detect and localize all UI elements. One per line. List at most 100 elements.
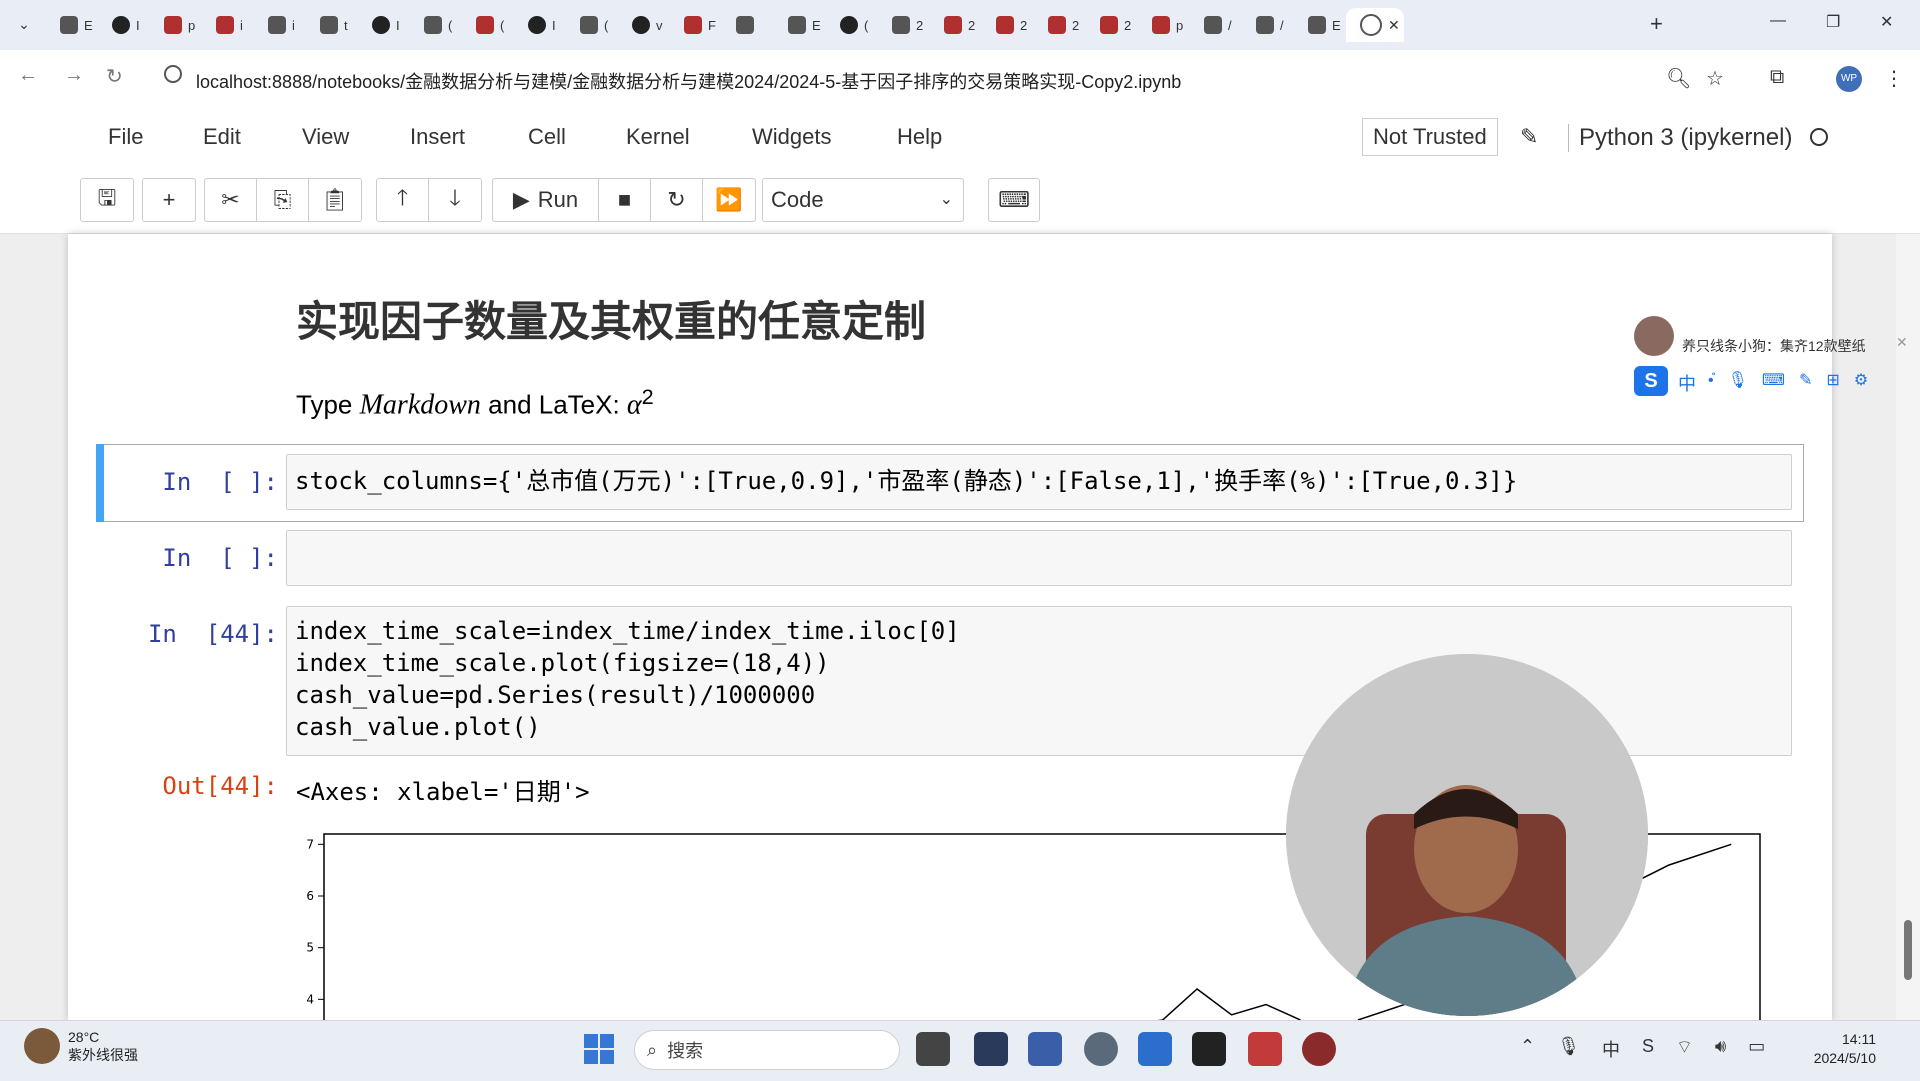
taskbar-search[interactable]: ⌕ 搜索 [634, 1030, 900, 1070]
code-text[interactable]: stock_columns={'总市值(万元)':[True,0.9],'市盈率… [287, 455, 1791, 499]
active-tab[interactable]: ✕ [1346, 8, 1404, 42]
close-tab-icon[interactable]: ✕ [1388, 17, 1400, 34]
stop-icon[interactable]: ■ [599, 179, 651, 221]
clock[interactable]: 14:11 2024/5/10 [1796, 1030, 1876, 1068]
vscode-icon[interactable] [1138, 1032, 1172, 1066]
move-down-icon[interactable]: 🡓 [429, 179, 481, 221]
zoom-icon[interactable]: 🔍︎ [1666, 66, 1691, 91]
browser-tab[interactable]: ( [826, 8, 882, 42]
file-explorer-icon[interactable] [1028, 1032, 1062, 1066]
new-tab-button[interactable]: + [1650, 12, 1663, 36]
keyboard-shortcuts-icon[interactable]: ⌨ [988, 178, 1040, 222]
browser-tab[interactable] [722, 8, 778, 42]
browser-menu-icon[interactable]: ⋮ [1884, 66, 1904, 91]
close-window-button[interactable]: ✕ [1880, 12, 1893, 32]
chrome-icon[interactable] [1084, 1032, 1118, 1066]
tab-label: 2 [1072, 17, 1080, 33]
ime-notice[interactable]: 养只线条小狗：集齐12款壁纸 [1682, 336, 1866, 356]
browser-tab[interactable]: / [1190, 8, 1246, 42]
browser-tab[interactable]: p [150, 8, 206, 42]
start-button[interactable] [584, 1034, 614, 1064]
menu-edit[interactable]: Edit [203, 124, 241, 150]
address-bar-url[interactable]: localhost:8888/notebooks/金融数据分析与建模/金融数据分… [196, 68, 1181, 94]
battery-icon[interactable]: ▭ [1748, 1036, 1765, 1062]
recorder-icon[interactable] [1302, 1032, 1336, 1066]
browser-tab[interactable]: ( [410, 8, 466, 42]
browser-tab[interactable]: I [98, 8, 154, 42]
browser-tab[interactable]: E [774, 8, 830, 42]
browser-tab[interactable]: 2 [878, 8, 934, 42]
browser-tab[interactable]: 2 [982, 8, 1038, 42]
run-button[interactable]: ▶ Run [493, 179, 599, 221]
ime-icon[interactable]: 中 [1602, 1036, 1620, 1062]
browser-tab[interactable]: v [618, 8, 674, 42]
code-cell-input[interactable]: stock_columns={'总市值(万元)':[True,0.9],'市盈率… [286, 454, 1792, 510]
scroll-thumb[interactable] [1904, 920, 1912, 980]
cut-icon[interactable]: ✂ [205, 179, 257, 221]
browser-tab[interactable]: E [1294, 8, 1350, 42]
browser-tab[interactable]: ( [566, 8, 622, 42]
browser-tab[interactable]: 2 [1086, 8, 1142, 42]
browser-tab[interactable]: F [670, 8, 726, 42]
bookmark-star-icon[interactable]: ☆ [1706, 66, 1724, 91]
ime-notice-close-icon[interactable]: ✕ [1896, 334, 1908, 351]
restore-button[interactable]: ❐ [1826, 12, 1840, 32]
browser-tab[interactable]: I [514, 8, 570, 42]
menu-file[interactable]: File [108, 124, 143, 150]
browser-tab[interactable]: p [1138, 8, 1194, 42]
restart-run-all-icon[interactable]: ⏩ [703, 179, 755, 221]
y-tick-label: 7 [306, 837, 314, 851]
browser-tab[interactable]: 2 [930, 8, 986, 42]
sogou-tray-icon[interactable]: S [1642, 1036, 1654, 1062]
tab-search-button[interactable]: ⌄ [12, 12, 36, 36]
browser-tab[interactable]: ( [462, 8, 518, 42]
terminal-icon[interactable] [1192, 1032, 1226, 1066]
site-info-icon[interactable] [164, 65, 182, 83]
code-cell-input[interactable] [286, 530, 1792, 586]
ime-tool-icons[interactable]: •̊🎙︎⌨✎⊞⚙ [1708, 370, 1882, 390]
c-icon [1152, 16, 1170, 34]
tray-chevron-icon[interactable]: ⌃ [1520, 1036, 1535, 1062]
forward-button[interactable]: → [64, 64, 84, 87]
minimize-button[interactable]: — [1770, 12, 1786, 30]
app-icon[interactable] [974, 1032, 1008, 1066]
code-text[interactable] [287, 531, 1791, 535]
browser-tab[interactable]: / [1242, 8, 1298, 42]
save-icon[interactable]: 🖫 [81, 179, 133, 221]
back-button[interactable]: ← [18, 64, 38, 87]
tab-label: 2 [916, 17, 924, 33]
cell-type-select[interactable]: Code ⌄ [762, 178, 964, 222]
not-trusted-indicator[interactable]: Not Trusted [1362, 118, 1498, 156]
menu-kernel[interactable]: Kernel [626, 124, 690, 150]
menu-widgets[interactable]: Widgets [752, 124, 831, 150]
browser-tab[interactable]: i [202, 8, 258, 42]
volume-icon[interactable]: 🔊︎ [1715, 1036, 1726, 1062]
menu-view[interactable]: View [302, 124, 349, 150]
profile-avatar[interactable]: WP [1836, 66, 1862, 92]
sogou-logo-icon[interactable]: S [1634, 366, 1668, 396]
move-up-icon[interactable]: 🡑 [377, 179, 429, 221]
wps-icon[interactable] [1248, 1032, 1282, 1066]
task-view-icon[interactable] [916, 1032, 950, 1066]
restart-icon[interactable]: ↻ [651, 179, 703, 221]
wifi-icon[interactable]: ⌔ [1676, 1036, 1693, 1062]
microphone-icon[interactable]: 🎙︎ [1557, 1036, 1580, 1062]
menu-insert[interactable]: Insert [410, 124, 465, 150]
menu-help[interactable]: Help [897, 124, 942, 150]
browser-tab[interactable]: E [46, 8, 102, 42]
edit-pencil-icon[interactable]: ✎ [1520, 124, 1538, 150]
weather-widget[interactable]: 28°C 紫外线很强 [24, 1028, 138, 1064]
paste-icon[interactable]: 📋︎ [309, 179, 361, 221]
browser-tab[interactable]: i [254, 8, 310, 42]
browser-tab[interactable]: I [358, 8, 414, 42]
menu-cell[interactable]: Cell [528, 124, 566, 150]
extensions-icon[interactable]: ⧉ [1770, 66, 1784, 89]
copy-icon[interactable]: ⎘ [257, 179, 309, 221]
ime-mode[interactable]: 中 [1678, 370, 1696, 396]
github-icon [112, 16, 130, 34]
insert-cell-icon[interactable]: + [143, 179, 195, 221]
y-tick-label: 6 [306, 889, 314, 903]
browser-tab[interactable]: t [306, 8, 362, 42]
reload-button[interactable]: ↻ [106, 64, 123, 89]
browser-tab[interactable]: 2 [1034, 8, 1090, 42]
